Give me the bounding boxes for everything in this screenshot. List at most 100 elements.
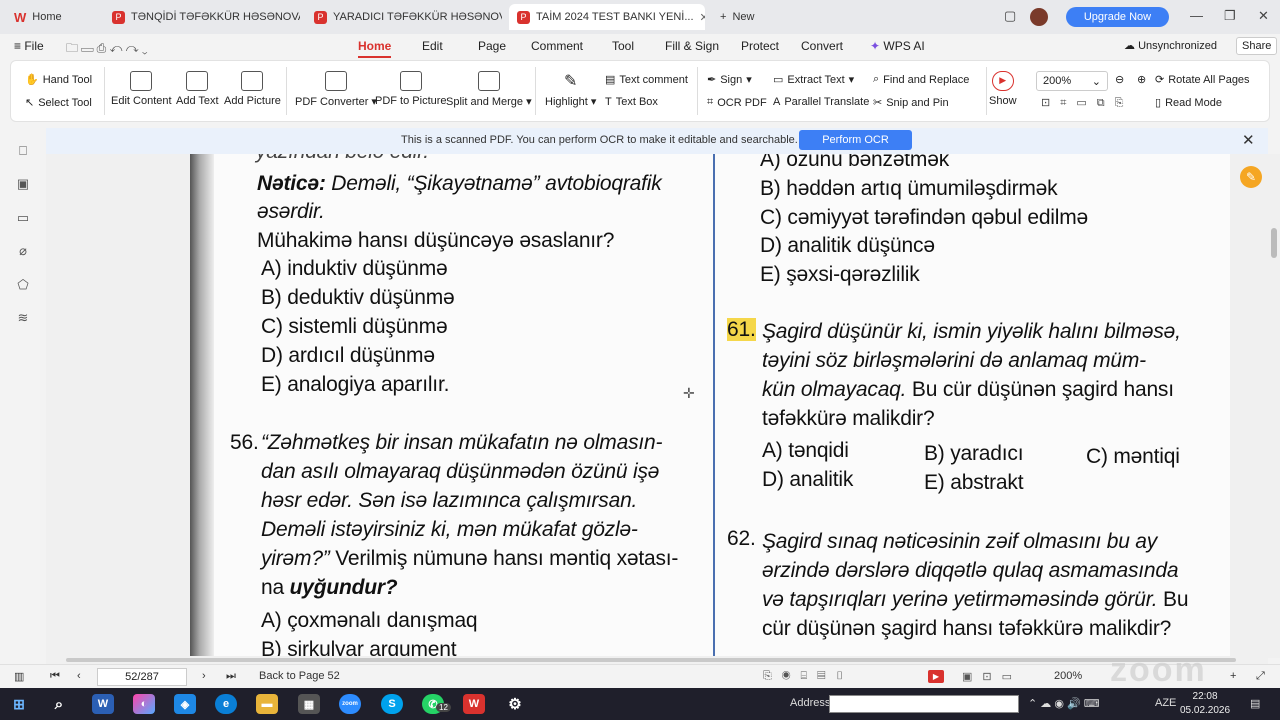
file-explorer-icon[interactable]: ▬ <box>256 694 278 714</box>
new-tab-button[interactable]: + New <box>712 4 782 30</box>
zoom-in-icon[interactable]: ⊕ <box>1137 73 1146 86</box>
horizontal-scrollbar[interactable] <box>46 656 1268 664</box>
page-number-input[interactable]: 52/287 <box>97 668 187 686</box>
prev-page-icon[interactable]: ‹ <box>77 670 81 682</box>
next-page-icon[interactable]: › <box>202 670 206 682</box>
play-icon[interactable]: ▶ <box>928 670 944 683</box>
parallel-translate-button[interactable]: A Parallel Translate <box>773 96 869 108</box>
menu-convert[interactable]: Convert <box>801 39 843 53</box>
select-tool-button[interactable]: ↖ Select Tool <box>25 96 92 110</box>
zoom-in-icon[interactable]: + <box>1230 670 1236 682</box>
document-viewport[interactable]: yazından belə edir. Nəticə: Deməli, “Şik… <box>46 154 1268 658</box>
app-icon[interactable]: ▦ <box>298 694 320 714</box>
extract-text-button[interactable]: ▭ Extract Text ▾ <box>773 73 854 87</box>
text-box-icon: T <box>605 96 612 108</box>
sign-button[interactable]: ✒ Sign ▾ <box>707 73 752 87</box>
language-indicator[interactable]: AZE <box>1155 697 1176 709</box>
share-button[interactable]: Share <box>1236 37 1278 55</box>
add-text-button[interactable]: Add Text <box>176 71 219 107</box>
split-merge-button[interactable]: Split and Merge ▾ <box>446 71 532 108</box>
menu-protect[interactable]: Protect <box>741 39 779 53</box>
scrollbar-thumb[interactable] <box>66 658 1236 662</box>
menu-tool[interactable]: Tool <box>612 39 634 53</box>
zoom-app-icon[interactable]: zoom <box>339 694 361 714</box>
settings-gear-icon[interactable]: ⚙ <box>504 694 526 714</box>
word-icon[interactable]: W <box>92 694 114 714</box>
scrollbar-thumb[interactable] <box>1271 228 1277 258</box>
skype-icon[interactable]: S <box>381 694 403 714</box>
attachment-icon[interactable]: ⌀ <box>15 243 31 258</box>
read-mode-button[interactable]: ▯ Read Mode <box>1155 96 1222 110</box>
sidebar-toggle-icon[interactable]: ▥ <box>14 670 24 683</box>
last-page-icon[interactable]: ⏭ <box>226 670 236 683</box>
zoom-select[interactable]: 200% ⌄ <box>1036 71 1108 91</box>
minimize-button[interactable]: — <box>1190 8 1203 23</box>
text-box-button[interactable]: T Text Box <box>605 96 658 108</box>
address-input[interactable] <box>829 695 1019 713</box>
snip-pin-button[interactable]: ✂ Snip and Pin <box>873 96 949 110</box>
hand-tool-button[interactable]: ✋ Hand Tool <box>25 73 92 87</box>
highlight-button[interactable]: ✎ Highlight ▾ <box>545 71 596 108</box>
zoom-out-icon[interactable]: ⊖ <box>1115 73 1124 86</box>
thumbnail-icon[interactable]: ▣ <box>15 176 31 191</box>
menu-comment[interactable]: Comment <box>531 39 583 53</box>
close-icon[interactable]: ✕ <box>700 11 705 24</box>
rotate-all-button[interactable]: ⟳ Rotate All Pages <box>1155 73 1250 87</box>
layout-icons[interactable]: ▣⊡▭ <box>962 670 1022 683</box>
menu-fill-sign[interactable]: Fill & Sign <box>665 39 719 53</box>
upgrade-button[interactable]: Upgrade Now <box>1066 7 1169 27</box>
store-icon[interactable]: ◈ <box>174 694 196 714</box>
wps-taskbar-icon[interactable]: W <box>463 694 485 714</box>
pdf-to-picture-button[interactable]: PDF to Picture <box>375 71 447 107</box>
pdf-converter-button[interactable]: PDF Converter ▾ <box>295 71 377 108</box>
file-menu[interactable]: ≡ File <box>14 39 44 53</box>
notification-icon[interactable]: ▤ <box>1250 697 1260 710</box>
signature-icon[interactable]: ⬠ <box>15 277 31 292</box>
question-number: 61. <box>727 318 756 342</box>
back-to-page-link[interactable]: Back to Page 52 <box>259 670 340 682</box>
menu-wps-ai[interactable]: ✦ WPS AI <box>870 39 925 53</box>
tab-document[interactable]: P YARADICI TƏFƏKKÜR HƏSƏNOVA... <box>306 4 502 30</box>
text-comment-button[interactable]: ▤ Text comment <box>605 73 688 87</box>
first-page-icon[interactable]: ⏮ <box>50 670 60 683</box>
bookmark-icon[interactable]: ⎕ <box>15 143 31 158</box>
windows-start-icon[interactable]: ⊞ <box>8 694 30 714</box>
quick-access-icons[interactable]: 🗀 ▭ ⎙ ↶ ↷ ⌄ <box>66 39 148 60</box>
sync-status[interactable]: ☁ Unsynchronized <box>1124 39 1217 52</box>
cut-off-text: yazından belə edir. <box>256 154 429 164</box>
window-layout-icon[interactable]: ▢ <box>1004 8 1016 24</box>
add-picture-button[interactable]: Add Picture <box>224 71 281 107</box>
show-button[interactable]: ▶ Show <box>989 71 1017 107</box>
search-icon[interactable]: ⌕ <box>48 694 70 714</box>
view-tools-icons[interactable]: ⎘◉⌸▤▯ <box>763 670 854 683</box>
avatar[interactable] <box>1030 8 1048 26</box>
edit-content-button[interactable]: Edit Content <box>111 71 172 107</box>
edge-icon[interactable]: e <box>215 694 237 714</box>
close-icon[interactable]: ✕ <box>1242 131 1255 149</box>
tray-icons[interactable]: ⌃ ☁ ◉ 🔊 ⌨ <box>1028 697 1100 710</box>
sync-label: Unsynchronized <box>1138 40 1217 52</box>
tab-document-active[interactable]: P TAİM 2024 TEST BANKI YENİ... ✕ <box>509 4 705 30</box>
layers-icon[interactable]: ≋ <box>15 310 31 325</box>
close-window-button[interactable]: ✕ <box>1258 8 1269 24</box>
perform-ocr-button[interactable]: Perform OCR <box>799 130 912 150</box>
menu-edit[interactable]: Edit <box>422 39 443 53</box>
tab-document[interactable]: P TƏNQİDİ TƏFƏKKÜR HƏSƏNOVA Ş... <box>104 4 300 30</box>
vertical-scrollbar[interactable] <box>1268 154 1280 658</box>
ocr-pdf-button[interactable]: ⌗ OCR PDF <box>707 96 767 109</box>
fullscreen-icon[interactable]: ⤢ <box>1256 670 1265 683</box>
menu-home[interactable]: Home <box>358 39 392 58</box>
copilot-icon[interactable]: ◐ <box>133 694 155 714</box>
zoom-level[interactable]: 200% <box>1054 670 1082 682</box>
clock[interactable]: 22:08 05.02.2026 <box>1180 690 1230 718</box>
find-replace-label: Find and Replace <box>883 73 970 86</box>
comment-icon[interactable]: ▭ <box>15 210 31 225</box>
restore-button[interactable]: ❐ <box>1224 8 1236 24</box>
tab-home[interactable]: W Home <box>6 4 98 30</box>
search-icon: ⌕ <box>873 73 880 85</box>
find-replace-button[interactable]: ⌕ Find and Replace <box>873 73 969 86</box>
question-text: yirəm?” Verilmiş nümunə hansı məntiq xət… <box>261 547 678 571</box>
menu-page[interactable]: Page <box>478 39 506 53</box>
view-mode-icons[interactable]: ⊡⌗▭⧉⎘ <box>1041 96 1133 110</box>
edit-pencil-icon[interactable]: ✎ <box>1240 166 1262 188</box>
